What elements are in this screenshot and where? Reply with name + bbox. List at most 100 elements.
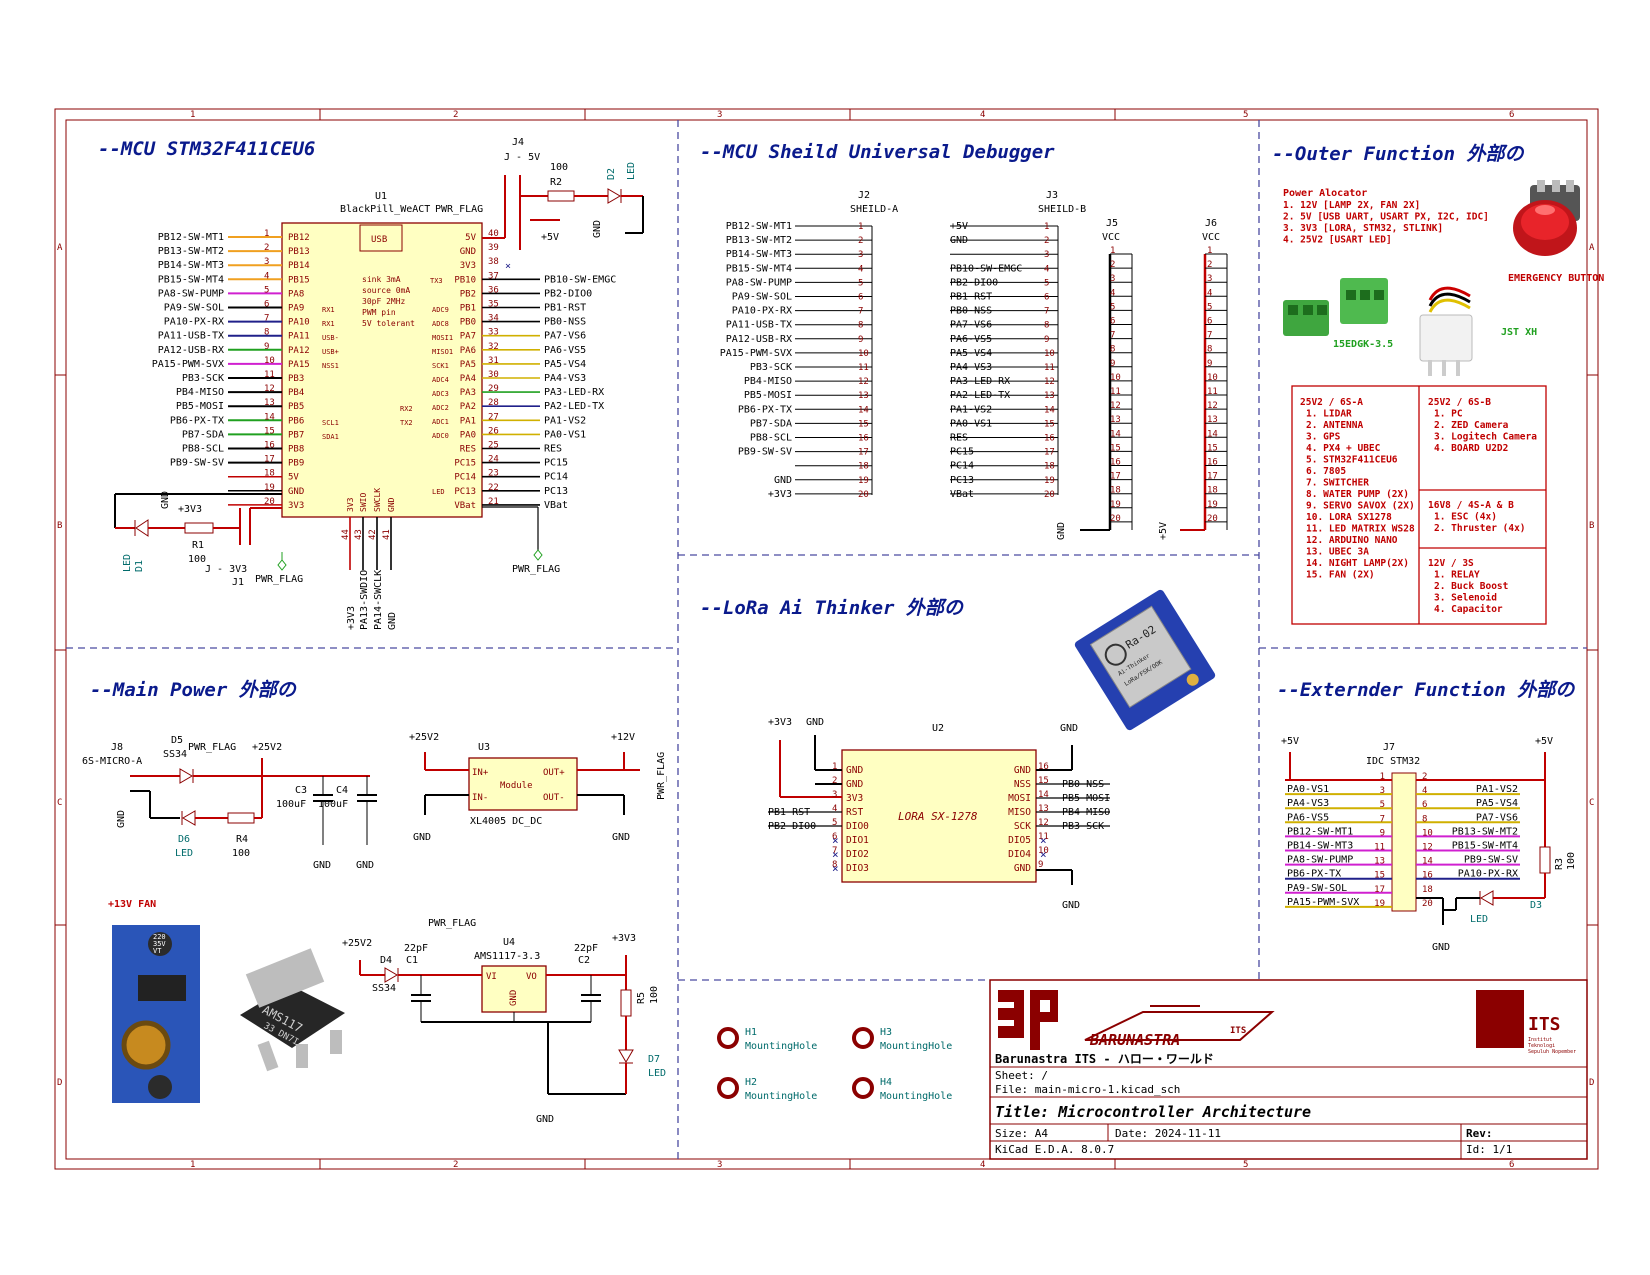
- j7-ref: J7: [1383, 742, 1395, 753]
- j7-right-pin-num: 8: [1422, 814, 1427, 824]
- u1-left-pin-num: 4: [264, 271, 269, 281]
- j8-gnd: GND: [116, 810, 127, 828]
- u1-alt-label: USB-: [322, 334, 339, 342]
- u1-left-net-label: PA10-PX-RX: [164, 317, 224, 328]
- u1-left-net-label: PA11-USB-TX: [158, 331, 224, 342]
- j3-pin-num: 19: [1044, 476, 1055, 486]
- header-j6: J6 VCC +5V 12345678910111213141516171819…: [1158, 218, 1228, 540]
- u1-pwr-flag: PWR_FLAG: [435, 204, 483, 215]
- emergency-label: EMERGENCY BUTTON: [1508, 273, 1604, 284]
- u1-left-pin-num: 6: [264, 300, 269, 310]
- d1-ref: D1: [134, 560, 145, 572]
- lora-left-net-label: PB1-RST: [768, 807, 810, 818]
- u1-right-pin-name: PA4: [460, 374, 476, 384]
- u3-gnd-right: GND: [612, 832, 630, 843]
- u1-left-net-label: PB6-PX-TX: [170, 415, 224, 426]
- j6-pin-num: 11: [1207, 387, 1218, 397]
- u1-bottom-pin-num: 42: [368, 529, 378, 540]
- u1-left-net-label: PB9-SW-SV: [170, 458, 224, 469]
- j7-value: IDC STM32: [1366, 756, 1420, 767]
- box-a-item: 15. FAN (2X): [1306, 570, 1375, 581]
- j2-net-label: PB6-PX-TX: [738, 404, 792, 415]
- h2-ref: H2: [745, 1077, 757, 1088]
- u1-right-net-label: PB10-SW-EMGC: [544, 274, 616, 285]
- h4-ref: H4: [880, 1077, 892, 1088]
- u4-ref: U4: [503, 937, 515, 948]
- u1-bottom-pin-num: 43: [354, 529, 364, 540]
- emergency-button-image: [1513, 180, 1580, 256]
- j5-pin-num: 19: [1110, 500, 1121, 510]
- u1-left-pin-num: 8: [264, 328, 269, 338]
- section-title-outer: --Outer Function 外部の: [1272, 143, 1525, 165]
- border-col-bottom: 5: [1243, 1160, 1248, 1170]
- c1-value: 22pF: [404, 943, 428, 954]
- d3-value: LED: [1470, 914, 1488, 925]
- j3-net-label: PA1-VS2: [950, 404, 992, 415]
- j3-net-label: PA0-VS1: [950, 418, 992, 429]
- j1-plus3v3: +3V3: [178, 504, 202, 515]
- j7-plus5v-left: +5V: [1281, 736, 1299, 747]
- u1-right-pin-name: PB0: [460, 318, 476, 328]
- j5-pin-num: 14: [1110, 429, 1121, 439]
- u2-value: LORA SX-1278: [898, 810, 978, 823]
- u1-right-net-label: PC15: [544, 458, 568, 469]
- box-b-item: 2. ZED Camera: [1434, 420, 1509, 431]
- border-col-top: 4: [980, 110, 985, 120]
- u1-alt-label: USB+: [322, 348, 339, 356]
- d1-value: LED: [122, 554, 133, 572]
- j5-pin-num: 4: [1110, 288, 1115, 298]
- u1-alt-label: TX2: [400, 419, 413, 427]
- lora-left-pin-name: 3V3: [846, 793, 863, 804]
- border-row-right: C: [1589, 798, 1594, 808]
- buck-module-image: 220 35V VT: [112, 925, 200, 1103]
- j4-power-led: J4 J - 5V R2 100 D2 LED GND +5V: [482, 137, 644, 250]
- u1-right-net-label: PA1-VS2: [544, 415, 586, 426]
- box-a-item: 9. SERVO SAVOX (2X): [1306, 501, 1415, 512]
- j7-right-net-label: PA5-VS4: [1476, 798, 1518, 809]
- u1-right-pin-name: PA5: [460, 360, 476, 370]
- u3-outp: OUT+: [543, 768, 565, 778]
- j2-pin-num: 16: [858, 434, 869, 444]
- u1-right-pin-name: GND: [460, 247, 476, 257]
- border-row-left: B: [57, 521, 62, 531]
- r1-ref: R1: [192, 540, 204, 551]
- lora-left-net-label: PB2-DIO0: [768, 821, 816, 832]
- buck-cap-text-3: VT: [153, 947, 162, 955]
- u1-left-net-label: PB7-SDA: [182, 429, 224, 440]
- j6-pin-num: 4: [1207, 288, 1212, 298]
- j2-pin-num: 6: [858, 293, 863, 303]
- j2-net-label: PA15-PWM-SVX: [720, 348, 792, 359]
- u1-right-pin-name: PA1: [460, 416, 476, 426]
- u3-outn: OUT-: [543, 793, 565, 803]
- lora-right-pin-num: 16: [1038, 762, 1049, 772]
- u1-left-pin-num: 13: [264, 398, 275, 408]
- uni-its: ITS: [1528, 1014, 1561, 1035]
- box-a-item: 14. NIGHT LAMP(2X): [1306, 558, 1409, 569]
- r3-value: 100: [1566, 852, 1577, 870]
- jst-image: [1419, 286, 1473, 376]
- j5-pin-num: 13: [1110, 415, 1121, 425]
- u1-left-pin-name: PB7: [288, 430, 304, 440]
- j7-right-pin-num: 4: [1422, 786, 1427, 796]
- u1-bottom-pin-name: GND: [387, 497, 396, 512]
- box-b-title: 25V2 / 6S-B: [1428, 397, 1491, 408]
- u1-right-pin-name: PC13: [454, 487, 476, 497]
- j3-pin-num: 2: [1044, 236, 1049, 246]
- lora-plus3v3: +3V3: [768, 717, 792, 728]
- vbat-flag: PWR_FLAG: [482, 506, 560, 575]
- j6-pin-num: 13: [1207, 415, 1218, 425]
- u1-left-pin-num: 3: [264, 257, 269, 267]
- u1-bottom-pin-name: SWCLK: [373, 488, 382, 512]
- j7-left-pin-num: 5: [1380, 800, 1385, 810]
- u1-left-pin-name: PB6: [288, 416, 304, 426]
- j6-pin-num: 14: [1207, 429, 1218, 439]
- u1-right-net-label: PA2-LED-TX: [544, 401, 604, 412]
- u1-bottom-net-label: +3V3: [346, 606, 357, 630]
- lora-right-pin-name: SCK: [1014, 821, 1031, 832]
- u1-note-line: sink 3mA: [362, 275, 401, 284]
- u1-left-pin-name: PB13: [288, 247, 310, 257]
- j3-net-label: VBat: [950, 489, 974, 500]
- box-a-title: 25V2 / 6S-A: [1300, 397, 1363, 408]
- u1-left-net-label: PA15-PWM-SVX: [152, 359, 224, 370]
- j2-pin-num: 18: [858, 462, 869, 472]
